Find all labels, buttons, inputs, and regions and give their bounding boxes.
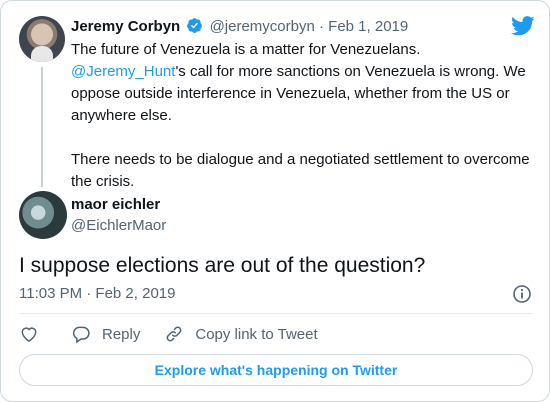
parent-author-name[interactable]: Jeremy Corbyn	[71, 18, 180, 35]
parent-header: Jeremy Corbyn @jeremycorbyn · Feb 1, 201…	[71, 17, 408, 36]
action-bar: Reply Copy link to Tweet	[19, 323, 318, 345]
parent-date[interactable]: Feb 1, 2019	[328, 18, 408, 35]
reply-label: Reply	[102, 325, 141, 343]
copy-link-label: Copy link to Tweet	[195, 325, 318, 343]
parent-author-handle[interactable]: @jeremycorbyn	[210, 18, 315, 35]
main-tweet-author[interactable]: maor eichler @EichlerMaor	[19, 191, 529, 241]
parent-tweet-text: The future of Venezuela is a matter for …	[71, 39, 541, 193]
parent-line1: The future of Venezuela is a matter for …	[71, 41, 421, 58]
mention-link[interactable]: @Jeremy_Hunt	[71, 63, 175, 80]
main-author-handle[interactable]: @EichlerMaor	[71, 217, 166, 235]
parent-paragraph2: There needs to be dialogue and a negotia…	[71, 151, 530, 190]
parent-avatar[interactable]	[19, 16, 65, 62]
twitter-bird-icon[interactable]	[511, 16, 535, 36]
tweet-embed-card: Jeremy Corbyn @jeremycorbyn · Feb 1, 201…	[0, 0, 550, 402]
copy-link-button[interactable]: Copy link to Tweet	[164, 324, 318, 344]
like-button[interactable]	[19, 324, 39, 344]
divider	[19, 313, 533, 314]
thread-line	[41, 67, 43, 187]
link-icon	[166, 326, 182, 342]
heart-icon	[21, 327, 37, 342]
info-icon[interactable]	[512, 284, 532, 304]
reply-icon	[72, 326, 90, 344]
explore-twitter-button[interactable]: Explore what's happening on Twitter	[19, 354, 533, 386]
header-separator: ·	[319, 18, 324, 35]
parent-tweet[interactable]: Jeremy Corbyn @jeremycorbyn · Feb 1, 201…	[19, 13, 539, 190]
main-tweet-text: I suppose elections are out of the quest…	[19, 254, 426, 277]
verified-badge-icon	[187, 18, 203, 33]
reply-button[interactable]: Reply	[71, 324, 140, 344]
parent-line2: @Jeremy_Hunt's call for more sanctions o…	[71, 61, 541, 127]
main-avatar[interactable]	[19, 191, 67, 239]
tweet-timestamp[interactable]: 11:03 PM · Feb 2, 2019	[19, 285, 175, 303]
main-author-name[interactable]: maor eichler	[71, 196, 160, 214]
